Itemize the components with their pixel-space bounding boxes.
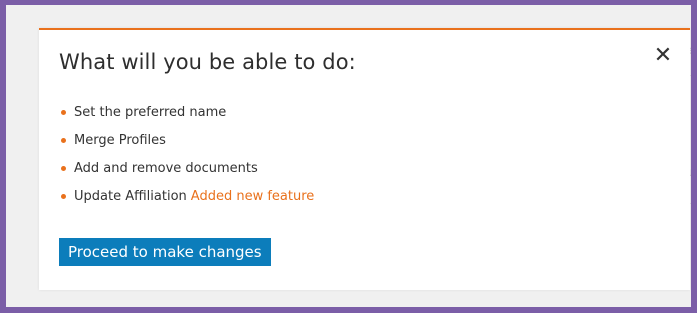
feature-label: Update Affiliation [74, 188, 187, 204]
feature-label: Set the preferred name [74, 104, 227, 120]
list-item: Update Affiliation Added new feature [61, 182, 314, 210]
bullet-icon [61, 137, 66, 143]
proceed-button[interactable]: Proceed to make changes [59, 238, 271, 266]
bullet-icon [61, 165, 66, 171]
modal-title: What will you be able to do: [59, 50, 356, 74]
bullet-icon [61, 193, 66, 199]
list-item: Set the preferred name [61, 98, 314, 126]
feature-list: Set the preferred name Merge Profiles Ad… [61, 98, 314, 210]
list-item: Merge Profiles [61, 126, 314, 154]
bullet-icon [61, 109, 66, 115]
screenshot-frame: ne gu What will you be able to do: ✕ Set… [0, 0, 697, 313]
feature-label: Add and remove documents [74, 160, 258, 176]
modal-dialog: What will you be able to do: ✕ Set the p… [39, 28, 690, 290]
feature-label: Merge Profiles [74, 132, 166, 148]
new-feature-badge: Added new feature [190, 188, 315, 204]
close-icon[interactable]: ✕ [652, 44, 674, 68]
divider [690, 75, 691, 76]
list-item: Add and remove documents [61, 154, 314, 182]
divider [690, 203, 691, 204]
